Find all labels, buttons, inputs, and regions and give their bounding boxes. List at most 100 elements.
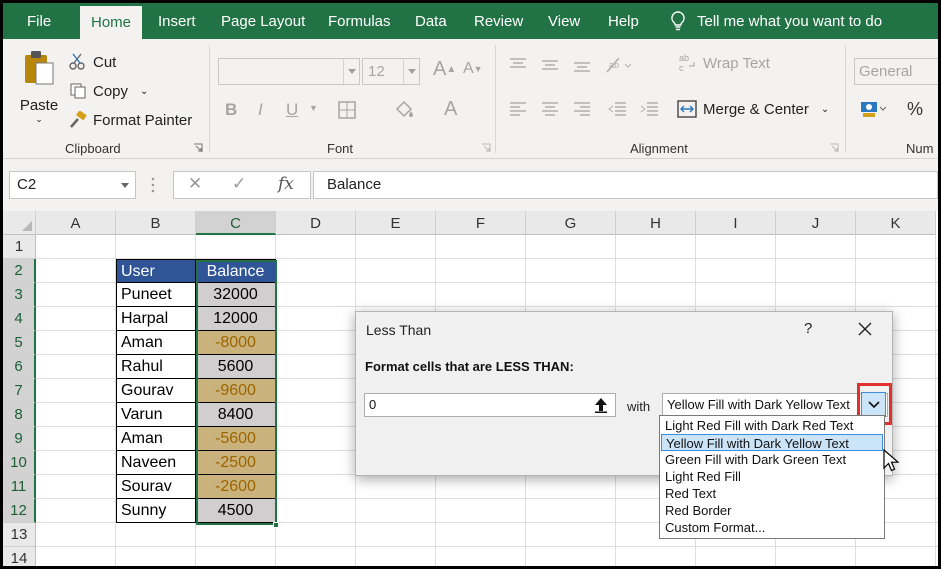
format-option[interactable]: Light Red Fill: [661, 468, 883, 485]
row-header-13[interactable]: 13: [3, 523, 36, 547]
column-header-k[interactable]: K: [856, 211, 936, 235]
underline-button[interactable]: U: [286, 100, 298, 120]
column-header-i[interactable]: I: [696, 211, 776, 235]
menu-help[interactable]: Help: [608, 3, 639, 39]
row-header-10[interactable]: 10: [3, 451, 36, 475]
menu-page-layout[interactable]: Page Layout: [221, 3, 305, 39]
number-format-combo[interactable]: General: [854, 58, 938, 85]
fill-handle[interactable]: [273, 522, 279, 528]
row-header-9[interactable]: 9: [3, 427, 36, 451]
menu-insert[interactable]: Insert: [158, 3, 196, 39]
menu-file[interactable]: File: [27, 3, 51, 39]
cell-c2-balance-header[interactable]: Balance: [196, 259, 276, 283]
cell-balance[interactable]: 12000: [196, 307, 276, 331]
align-bottom-icon[interactable]: [573, 57, 591, 73]
menu-review[interactable]: Review: [474, 3, 523, 39]
align-top-icon[interactable]: [509, 57, 527, 73]
cell-user[interactable]: Varun: [116, 403, 196, 427]
wrap-text-button[interactable]: ab c Wrap Text: [679, 53, 770, 73]
menu-data[interactable]: Data: [415, 3, 447, 39]
menu-formulas[interactable]: Formulas: [328, 3, 391, 39]
column-header-g[interactable]: G: [526, 211, 616, 235]
column-header-b[interactable]: B: [116, 211, 196, 235]
percent-button[interactable]: %: [907, 99, 923, 120]
column-header-e[interactable]: E: [356, 211, 436, 235]
copy-button[interactable]: Copy ⌄: [69, 82, 148, 100]
cell-balance[interactable]: 32000: [196, 283, 276, 307]
cell-user[interactable]: Gourav: [116, 379, 196, 403]
format-option[interactable]: Green Fill with Dark Green Text: [661, 451, 883, 468]
menu-home[interactable]: Home: [80, 6, 143, 39]
cell-user[interactable]: Sourav: [116, 475, 196, 499]
dialog-launcher-icon[interactable]: [193, 143, 203, 153]
cell-balance[interactable]: -8000: [196, 331, 276, 355]
row-header-7[interactable]: 7: [3, 379, 36, 403]
cell-balance[interactable]: -2600: [196, 475, 276, 499]
cell-user[interactable]: Aman: [116, 427, 196, 451]
font-color-icon[interactable]: A: [444, 98, 457, 121]
chevron-down-icon[interactable]: ▼: [309, 103, 318, 113]
font-name-combo[interactable]: [218, 58, 360, 85]
cell-balance[interactable]: 5600: [196, 355, 276, 379]
cell-balance[interactable]: -2500: [196, 451, 276, 475]
row-header-1[interactable]: 1: [3, 235, 36, 259]
cell-balance[interactable]: -5600: [196, 427, 276, 451]
collapse-dialog-icon[interactable]: [592, 396, 610, 414]
select-all-corner[interactable]: [3, 211, 36, 235]
cell-balance[interactable]: 8400: [196, 403, 276, 427]
italic-button[interactable]: I: [258, 100, 263, 120]
align-center-icon[interactable]: [541, 101, 559, 117]
borders-icon[interactable]: [337, 100, 357, 120]
fill-color-icon[interactable]: [393, 99, 415, 121]
format-option[interactable]: Light Red Fill with Dark Red Text: [661, 417, 883, 434]
paste-button[interactable]: Paste ⌄: [19, 49, 59, 125]
bold-button[interactable]: B: [225, 100, 237, 120]
row-header-4[interactable]: 4: [3, 307, 36, 331]
menu-view[interactable]: View: [548, 3, 580, 39]
format-painter-button[interactable]: Format Painter: [69, 111, 192, 129]
align-middle-icon[interactable]: [541, 57, 559, 73]
drag-handle-icon[interactable]: [151, 176, 155, 194]
cell-user[interactable]: Sunny: [116, 499, 196, 523]
row-header-2[interactable]: 2: [3, 259, 36, 283]
value-input[interactable]: 0: [364, 393, 616, 417]
name-box[interactable]: C2: [9, 171, 136, 199]
row-header-14[interactable]: 14: [3, 547, 36, 566]
row-header-11[interactable]: 11: [3, 475, 36, 499]
cancel-icon[interactable]: ✕: [188, 174, 202, 194]
row-header-8[interactable]: 8: [3, 403, 36, 427]
row-header-12[interactable]: 12: [3, 499, 36, 523]
format-option[interactable]: Yellow Fill with Dark Yellow Text: [661, 434, 883, 451]
enter-icon[interactable]: ✓: [232, 174, 246, 194]
help-button[interactable]: ?: [804, 320, 812, 337]
orientation-icon[interactable]: ab: [605, 56, 633, 74]
decrease-indent-icon[interactable]: [607, 101, 627, 117]
column-header-f[interactable]: F: [436, 211, 526, 235]
format-option[interactable]: Red Text: [661, 485, 883, 502]
cell-user[interactable]: Rahul: [116, 355, 196, 379]
merge-center-button[interactable]: Merge & Center ⌄: [677, 100, 829, 118]
cell-user[interactable]: Aman: [116, 331, 196, 355]
insert-function-icon[interactable]: fx: [278, 174, 294, 194]
cell-user[interactable]: Puneet: [116, 283, 196, 307]
dialog-launcher-icon[interactable]: [481, 143, 491, 153]
format-select[interactable]: Yellow Fill with Dark Yellow Text: [662, 393, 888, 417]
cell-b2-user-header[interactable]: User: [116, 259, 196, 283]
column-header-h[interactable]: H: [616, 211, 696, 235]
cut-button[interactable]: Cut: [69, 53, 116, 71]
row-header-3[interactable]: 3: [3, 283, 36, 307]
row-header-5[interactable]: 5: [3, 331, 36, 355]
shrink-font-icon[interactable]: A ▼: [463, 60, 483, 78]
cell-user[interactable]: Naveen: [116, 451, 196, 475]
font-size-combo[interactable]: 12: [362, 58, 420, 85]
increase-indent-icon[interactable]: [639, 101, 659, 117]
close-icon[interactable]: [856, 320, 874, 338]
cell-balance[interactable]: -9600: [196, 379, 276, 403]
column-header-j[interactable]: J: [776, 211, 856, 235]
tell-me-search[interactable]: Tell me what you want to do: [671, 3, 882, 39]
column-header-c[interactable]: C: [196, 211, 276, 235]
accounting-format-icon[interactable]: [859, 99, 887, 119]
row-header-6[interactable]: 6: [3, 355, 36, 379]
grow-font-icon[interactable]: A ▲: [433, 58, 456, 81]
align-left-icon[interactable]: [509, 101, 527, 117]
